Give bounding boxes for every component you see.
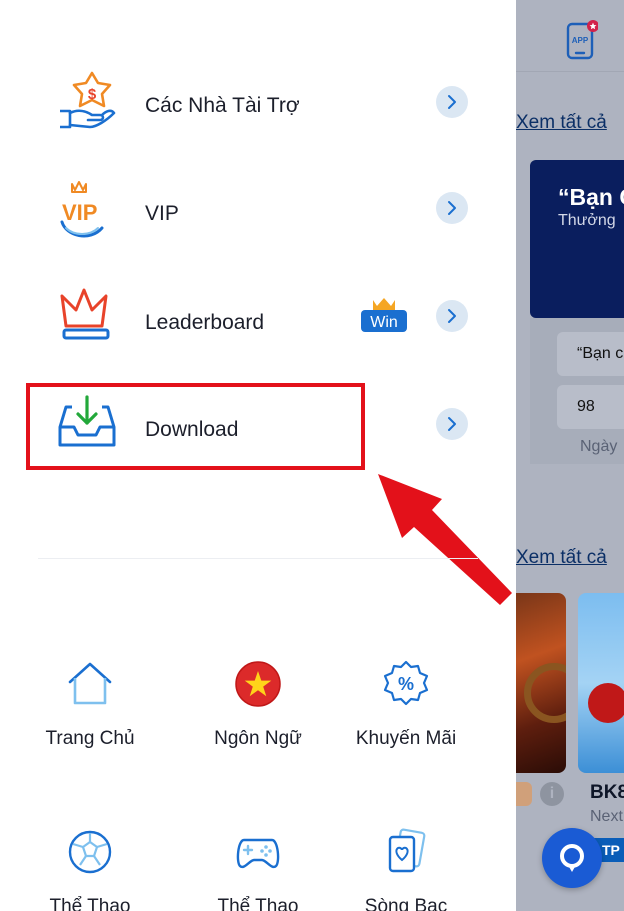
menu-divider [38, 558, 478, 559]
game-title: BK8 [590, 782, 624, 803]
info-icon[interactable]: i [540, 782, 564, 806]
chevron-right-icon[interactable] [436, 300, 468, 332]
svg-text:%: % [398, 674, 414, 694]
side-drawer: $ Các Nhà Tài Trợ VIP VIP Leaderboard Wi… [0, 0, 516, 911]
grid-item-casino[interactable]: Sòng Bạc [336, 828, 476, 911]
grid-item-label: Thể Thao [49, 896, 131, 911]
menu-item-label: VIP [145, 202, 179, 225]
game-tag [516, 782, 532, 806]
win-badge-label: Win [370, 314, 398, 331]
menu-item-label: Leaderboard [145, 311, 265, 334]
live-chat-button[interactable] [542, 828, 602, 888]
promo-card-text: “Bạn c [557, 332, 624, 376]
chevron-right-icon[interactable] [436, 408, 468, 440]
menu-item-sponsors[interactable]: $ Các Nhà Tài Trợ [0, 55, 516, 155]
chevron-right-icon[interactable] [436, 86, 468, 118]
red-arrow-annotation [378, 474, 512, 605]
see-all-link[interactable]: Xem tất cả [516, 112, 607, 134]
grid-item-label: Khuyến Mãi [355, 728, 457, 749]
app-download-icon[interactable]: APP [566, 20, 598, 60]
promo-card-value: 98 [557, 385, 624, 429]
grid-item-label: Sòng Bạc [364, 896, 448, 911]
home-icon [68, 662, 112, 705]
grid-item-label: Ngôn Ngữ [214, 728, 302, 749]
chat-bubble-icon [560, 844, 584, 872]
sponsor-hand-coin-icon: $ [60, 71, 116, 129]
grid-item-home[interactable]: Trang Chủ [20, 660, 160, 750]
grid-item-sports[interactable]: Thể Thao [20, 828, 160, 911]
grid-item-esports[interactable]: Thể Thao [188, 828, 328, 911]
chevron-right-icon[interactable] [436, 192, 468, 224]
game-subtitle: Next [590, 808, 623, 825]
game-thumbnail[interactable] [578, 593, 624, 773]
vip-crown-icon: VIP [60, 181, 104, 238]
promotion-percent-icon: % [383, 660, 429, 706]
highlight-box [26, 383, 365, 470]
grid-item-label: Trang Chủ [45, 728, 135, 749]
win-badge: Win [361, 298, 407, 332]
menu-item-vip[interactable]: VIP VIP [0, 162, 516, 262]
soccer-ball-icon [68, 830, 112, 874]
grid-item-promotions[interactable]: % Khuyến Mãi [336, 660, 476, 750]
playing-cards-icon [388, 828, 426, 873]
menu-item-label: Các Nhà Tài Trợ [145, 94, 300, 117]
grid-item-label: Thể Thao [217, 896, 299, 911]
grid-item-language[interactable]: Ngôn Ngữ [188, 660, 328, 750]
svg-text:VIP: VIP [62, 200, 97, 225]
banner-title: “Bạn C [558, 184, 624, 210]
promo-card-day: Ngày [580, 438, 618, 455]
leaderboard-crown-icon [60, 288, 110, 340]
svg-text:$: $ [88, 86, 97, 103]
menu-item-leaderboard[interactable]: Leaderboard Win [0, 270, 516, 370]
banner-subtitle: Thưởng [558, 212, 616, 229]
app-icon-label: APP [572, 36, 589, 45]
promo-banner[interactable]: “Bạn C Thưởng [530, 160, 624, 318]
vietnam-flag-icon [235, 661, 281, 707]
gamepad-icon [236, 838, 280, 869]
